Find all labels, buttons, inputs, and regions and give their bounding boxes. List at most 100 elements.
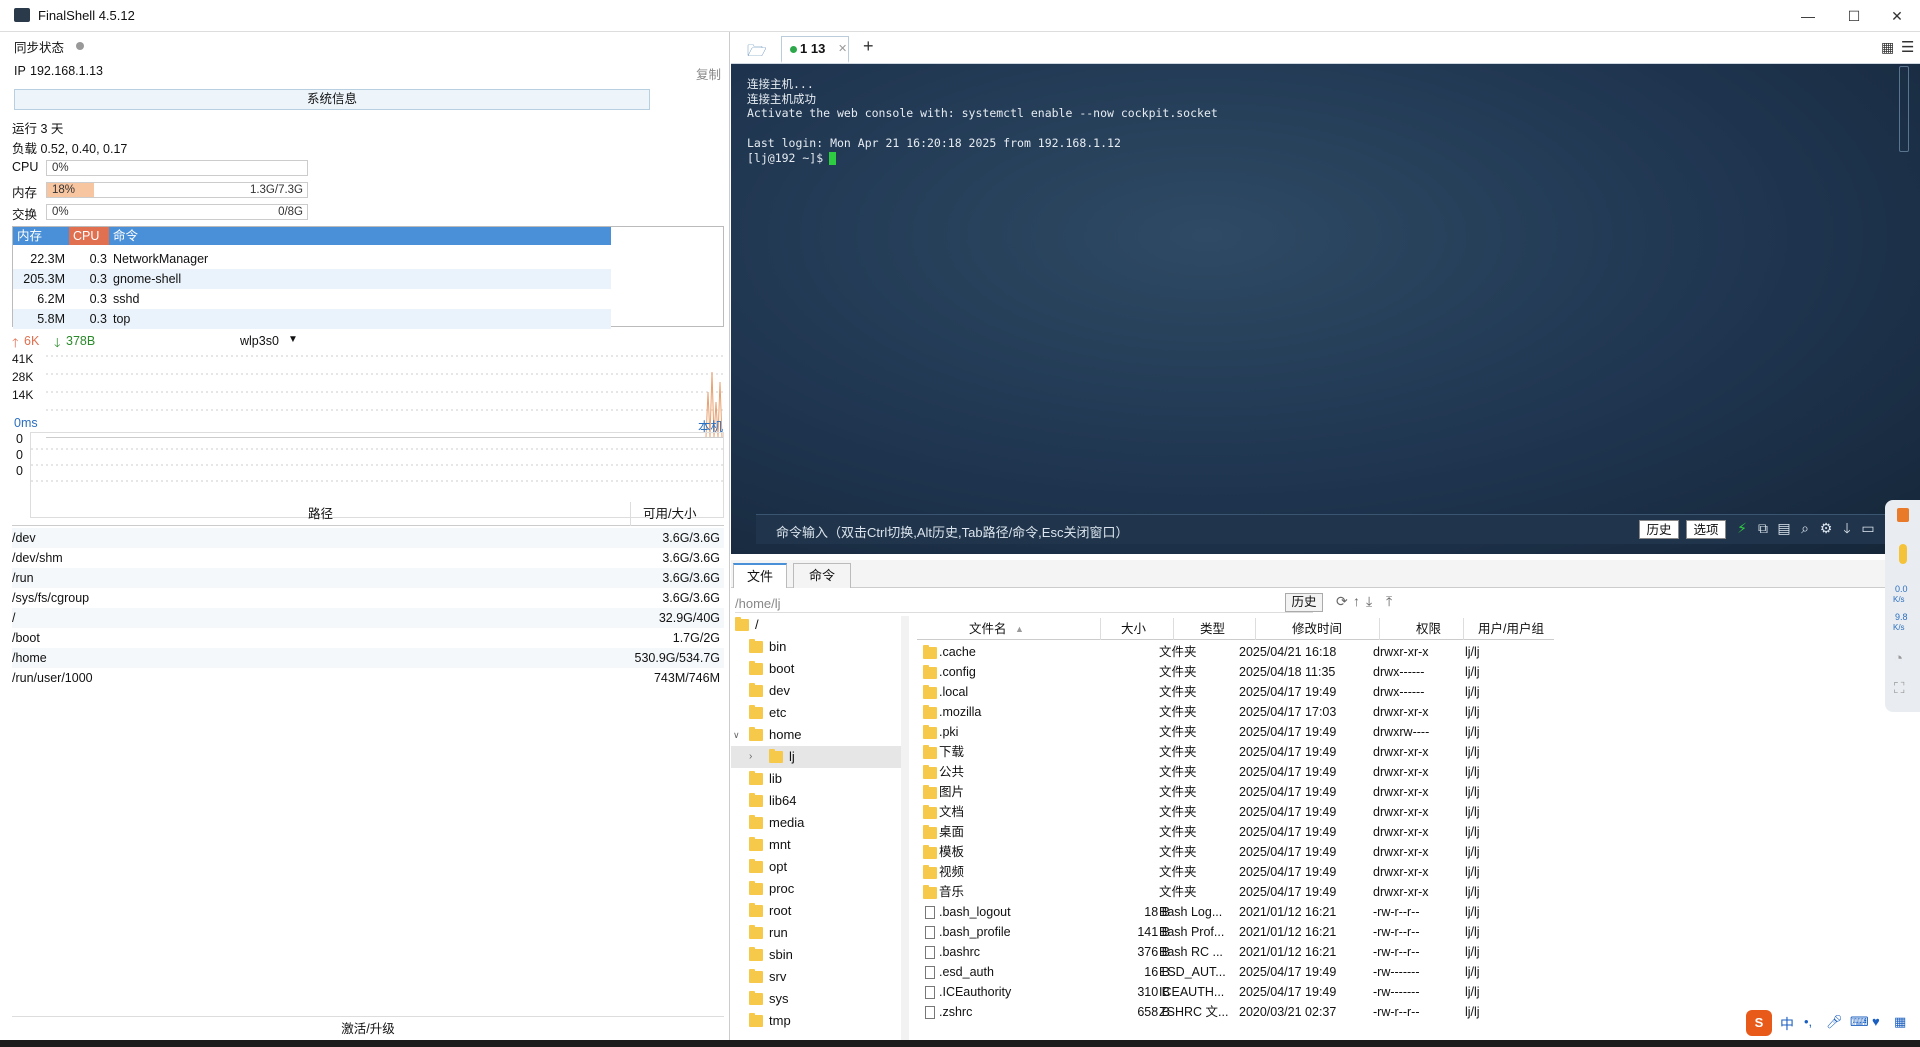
terminal-scrollbar[interactable]: [1899, 66, 1909, 152]
close-button[interactable]: ✕: [1874, 4, 1920, 28]
download-file-icon[interactable]: ⤓: [1366, 593, 1372, 610]
col-size[interactable]: 大小: [1100, 618, 1173, 640]
file-row[interactable]: .pki 文件夹 2025/04/17 19:49 drwxrw---- lj/…: [917, 722, 1554, 742]
upload-file-icon[interactable]: ⤒: [1386, 593, 1392, 610]
file-row[interactable]: 音乐 文件夹 2025/04/17 19:49 drwxr-xr-x lj/lj: [917, 882, 1554, 902]
session-tab[interactable]: 1 13 ✕: [781, 36, 849, 63]
maximize-button[interactable]: ☐: [1831, 4, 1877, 28]
proc-header-mem[interactable]: 内存: [15, 227, 69, 245]
disk-row[interactable]: /run/user/1000 743M/746M: [12, 668, 724, 688]
screenshot-icon[interactable]: ⛶: [1894, 680, 1905, 697]
process-row[interactable]: 5.8M 0.3 top: [13, 309, 611, 329]
keyboard-icon[interactable]: ⌨: [1850, 1014, 1869, 1030]
tree-item[interactable]: proc: [731, 878, 901, 900]
disk-row[interactable]: /dev 3.6G/3.6G: [12, 528, 724, 548]
tree-item[interactable]: lib64: [731, 790, 901, 812]
paste-icon[interactable]: ▤: [1776, 520, 1792, 536]
search-icon[interactable]: ⌕: [1797, 520, 1813, 536]
file-row[interactable]: 下载 文件夹 2025/04/17 19:49 drwxr-xr-x lj/lj: [917, 742, 1554, 762]
tree-item[interactable]: mnt: [731, 834, 901, 856]
file-row[interactable]: 视频 文件夹 2025/04/17 19:49 drwxr-xr-x lj/lj: [917, 862, 1554, 882]
minimize-button[interactable]: —: [1785, 4, 1831, 28]
file-row[interactable]: .mozilla 文件夹 2025/04/17 17:03 drwxr-xr-x…: [917, 702, 1554, 722]
file-row[interactable]: .local 文件夹 2025/04/17 19:49 drwx------ l…: [917, 682, 1554, 702]
file-row[interactable]: .cache 文件夹 2025/04/21 16:18 drwxr-xr-x l…: [917, 642, 1554, 662]
tree-item[interactable]: lib: [731, 768, 901, 790]
options-button[interactable]: 选项: [1686, 520, 1726, 539]
ime-lang-label[interactable]: 中: [1780, 1014, 1794, 1034]
history-button[interactable]: 历史: [1639, 520, 1679, 539]
tree-item[interactable]: srv: [731, 966, 901, 988]
col-filename[interactable]: 文件名: [969, 618, 1007, 640]
disk-row[interactable]: /home 530.9G/534.7G: [12, 648, 724, 668]
file-row[interactable]: .zshrc 658 B ZSHRC 文... 2020/03/21 02:37…: [917, 1002, 1554, 1022]
tree-item[interactable]: etc: [731, 702, 901, 724]
parent-dir-icon[interactable]: ↑: [1353, 593, 1360, 609]
file-row[interactable]: 公共 文件夹 2025/04/17 19:49 drwxr-xr-x lj/lj: [917, 762, 1554, 782]
file-row[interactable]: .bash_profile 141 B Bash Prof... 2021/01…: [917, 922, 1554, 942]
tree-item[interactable]: root: [731, 900, 901, 922]
disk-row[interactable]: /boot 1.7G/2G: [12, 628, 724, 648]
chevron-right-icon[interactable]: ›: [749, 746, 752, 768]
disk-row[interactable]: / 32.9G/40G: [12, 608, 724, 628]
tab-files[interactable]: 文件: [733, 563, 787, 588]
add-tab-button[interactable]: +: [863, 36, 874, 57]
tree-item[interactable]: ∨ home: [731, 724, 901, 746]
tree-item[interactable]: sys: [731, 988, 901, 1010]
chat-icon[interactable]: ◔: [1894, 650, 1903, 667]
download-icon[interactable]: 🡓: [1839, 520, 1855, 536]
file-row[interactable]: .bash_logout 18 B Bash Log... 2021/01/12…: [917, 902, 1554, 922]
file-row[interactable]: .esd_auth 16 B ESD_AUT... 2025/04/17 19:…: [917, 962, 1554, 982]
tree-scrollbar[interactable]: [901, 616, 909, 1040]
tree-item[interactable]: dev: [731, 680, 901, 702]
path-history-button[interactable]: 历史: [1285, 593, 1323, 612]
tree-item[interactable]: sbin: [731, 944, 901, 966]
file-row[interactable]: .bashrc 376 B Bash RC ... 2021/01/12 16:…: [917, 942, 1554, 962]
toolbox-icon[interactable]: ▦: [1894, 1014, 1906, 1030]
punctuation-icon[interactable]: •,: [1804, 1014, 1812, 1029]
disk-row[interactable]: /sys/fs/cgroup 3.6G/3.6G: [12, 588, 724, 608]
col-perm[interactable]: 权限: [1379, 618, 1463, 640]
tree-item[interactable]: › lj: [731, 746, 901, 768]
tree-item[interactable]: /: [731, 614, 901, 636]
col-owner[interactable]: 用户/用户组: [1463, 618, 1554, 640]
sysinfo-button[interactable]: 系统信息: [14, 89, 650, 110]
proc-header-cpu[interactable]: CPU: [69, 227, 109, 245]
file-row[interactable]: 图片 文件夹 2025/04/17 19:49 drwxr-xr-x lj/lj: [917, 782, 1554, 802]
tree-item[interactable]: run: [731, 922, 901, 944]
chevron-down-icon[interactable]: ∨: [733, 724, 740, 746]
disk-row[interactable]: /dev/shm 3.6G/3.6G: [12, 548, 724, 568]
file-row[interactable]: .ICEauthority 310 B ICEAUTH... 2025/04/1…: [917, 982, 1554, 1002]
sogou-ime-icon[interactable]: S: [1746, 1010, 1772, 1036]
disk-row[interactable]: /run 3.6G/3.6G: [12, 568, 724, 588]
gear-icon[interactable]: ⚙: [1818, 520, 1834, 536]
copy-ip-link[interactable]: 复制: [696, 64, 721, 83]
file-row[interactable]: 模板 文件夹 2025/04/17 19:49 drwxr-xr-x lj/lj: [917, 842, 1554, 862]
tree-item[interactable]: opt: [731, 856, 901, 878]
tab-commands[interactable]: 命令: [793, 563, 851, 588]
layout-grid-icon[interactable]: ▦: [1881, 39, 1894, 56]
activate-upgrade-link[interactable]: 激活/升级: [12, 1016, 724, 1040]
chevron-down-icon[interactable]: ▼: [288, 334, 298, 345]
file-row[interactable]: 桌面 文件夹 2025/04/17 19:49 drwxr-xr-x lj/lj: [917, 822, 1554, 842]
col-mtime[interactable]: 修改时间: [1255, 618, 1379, 640]
path-input[interactable]: /home/lj: [735, 594, 1313, 613]
copy-icon[interactable]: ⧉: [1755, 520, 1771, 536]
skin-icon[interactable]: ♥: [1872, 1014, 1880, 1029]
window-icon[interactable]: ▭: [1860, 520, 1876, 536]
proc-header-cmd[interactable]: 命令: [113, 227, 138, 245]
disk-header-size[interactable]: 可用/大小: [630, 502, 696, 526]
tree-item[interactable]: tmp: [731, 1010, 901, 1032]
close-tab-icon[interactable]: ✕: [838, 37, 847, 61]
disk-header-path[interactable]: 路径: [308, 502, 333, 526]
process-row[interactable]: 22.3M 0.3 NetworkManager: [13, 249, 611, 269]
col-type[interactable]: 类型: [1173, 618, 1255, 640]
process-row[interactable]: 205.3M 0.3 gnome-shell: [13, 269, 611, 289]
net-iface-select[interactable]: wlp3s0: [240, 334, 279, 348]
file-row[interactable]: .config 文件夹 2025/04/18 11:35 drwx------ …: [917, 662, 1554, 682]
folder-open-icon[interactable]: 🗁: [747, 40, 767, 67]
lightning-icon[interactable]: ⚡: [1734, 520, 1750, 536]
menu-icon[interactable]: ☰: [1901, 38, 1914, 56]
tree-item[interactable]: boot: [731, 658, 901, 680]
microphone-icon[interactable]: 🎤︎: [1826, 1014, 1843, 1030]
